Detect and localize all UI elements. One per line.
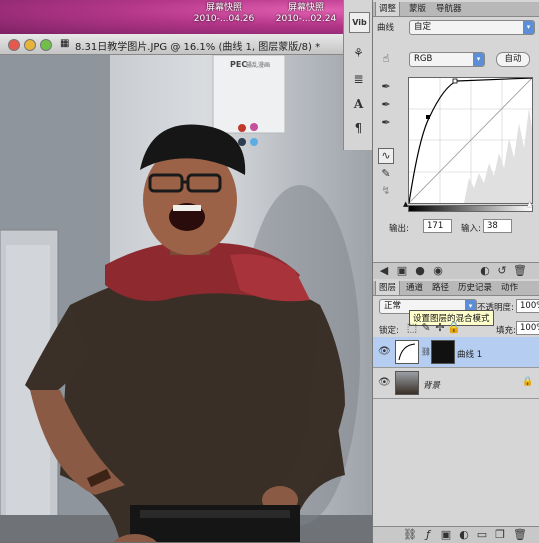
- input-label: 输入:: [461, 224, 481, 234]
- vibrance-icon[interactable]: Vib: [349, 12, 370, 33]
- channel-select[interactable]: RGB ▾: [409, 52, 485, 67]
- layers-tab-bar: 图层 通道 路径 历史记录 动作: [373, 281, 539, 296]
- layers-footer: ⛓ ƒ ▣ ◐ ▭ ❐ 🗑: [373, 526, 539, 543]
- poster-text-2: 骚乱漫画: [246, 62, 271, 69]
- pencil-draw-icon[interactable]: ✎: [379, 167, 393, 181]
- preset-value: 自定: [414, 22, 432, 32]
- output-field[interactable]: 171: [423, 219, 452, 233]
- lock-transparent-icon[interactable]: ⬚: [405, 321, 419, 335]
- link-layers-icon[interactable]: ⛓: [403, 528, 417, 542]
- white-slider-icon[interactable]: ▲: [527, 200, 532, 208]
- fill-label: 填充:: [496, 326, 516, 336]
- opacity-field[interactable]: 100%: [516, 299, 539, 313]
- lock-all-icon[interactable]: 🔒: [447, 321, 461, 335]
- adjustments-footer: ◀ ▣ ● ◉ ◐ ↺ 🗑: [373, 262, 539, 279]
- tab-actions[interactable]: 动作: [498, 281, 521, 295]
- layer-mask-icon[interactable]: ●: [413, 264, 427, 278]
- layer-row-background[interactable]: 👁 背景 🔒: [373, 368, 539, 399]
- visibility-eye-icon[interactable]: 👁: [378, 346, 391, 357]
- zoom-window-button[interactable]: [40, 39, 52, 51]
- visibility-eye-icon[interactable]: 👁: [378, 377, 391, 388]
- poster-text-1: PEC: [230, 60, 248, 69]
- auto-button[interactable]: 自动: [496, 52, 530, 67]
- trash-icon[interactable]: 🗑: [513, 264, 527, 278]
- document-title: 8.31日教学图片.JPG @ 16.1% (曲线 1, 图层蒙版/8) *: [75, 42, 321, 53]
- smooth-curve-icon[interactable]: ↯: [379, 184, 393, 198]
- previous-state-icon[interactable]: ◐: [478, 264, 492, 278]
- delete-layer-icon[interactable]: 🗑: [513, 528, 527, 542]
- output-label: 输出:: [389, 224, 409, 234]
- tab-layers[interactable]: 图层: [375, 281, 401, 295]
- background-layer-thumb: [395, 371, 419, 395]
- tab-masks[interactable]: 蒙版: [406, 2, 429, 16]
- clone-source-icon[interactable]: ⚘: [349, 44, 368, 63]
- black-point-eyedropper-icon[interactable]: ✒: [379, 80, 393, 94]
- lock-position-icon[interactable]: ✢: [433, 321, 447, 335]
- snapshot-label: 屏幕快照: [205, 3, 242, 13]
- white-point-eyedropper-icon[interactable]: ✒: [379, 116, 393, 130]
- on-image-adjust-icon[interactable]: ☝: [379, 52, 393, 66]
- character-icon[interactable]: A: [349, 95, 368, 114]
- new-group-icon[interactable]: ▭: [475, 528, 489, 542]
- curve-plot: [408, 77, 533, 204]
- lock-icon: 🔒: [522, 377, 534, 387]
- chevron-down-icon: ▾: [473, 53, 484, 66]
- new-adjustment-layer-icon[interactable]: ◐: [457, 528, 471, 542]
- portrait-photo: [0, 55, 372, 542]
- snapshot-date: 2010-...02.24: [275, 14, 337, 24]
- add-mask-icon[interactable]: ▣: [439, 528, 453, 542]
- lock-label: 锁定:: [379, 326, 399, 336]
- reset-icon[interactable]: ↺: [495, 264, 509, 278]
- input-field[interactable]: 38: [483, 219, 512, 233]
- close-window-button[interactable]: [8, 39, 20, 51]
- expand-view-icon[interactable]: ▣: [395, 264, 409, 278]
- adjustments-tab-bar: 调整 蒙版 导航器: [373, 2, 539, 17]
- curves-adjustment-thumb: [395, 340, 419, 364]
- curves-preset-select[interactable]: 自定 ▾: [409, 20, 535, 35]
- snapshot-label: 屏幕快照: [287, 3, 324, 13]
- desktop-snapshot-2[interactable]: 屏幕快照 2010-...02.24: [270, 3, 342, 25]
- fill-field[interactable]: 100%: [516, 321, 539, 335]
- chevron-down-icon: ▾: [523, 21, 534, 34]
- document-title-bar[interactable]: ▦ 8.31日教学图片.JPG @ 16.1% (曲线 1, 图层蒙版/8) *: [0, 34, 372, 55]
- layers-empty-area: [373, 399, 539, 526]
- black-slider-icon[interactable]: ▲: [403, 200, 408, 208]
- tab-adjustments[interactable]: 调整: [375, 2, 401, 16]
- layer-row-curves[interactable]: 👁 ⛓ 曲线 1: [373, 337, 539, 368]
- curves-label: 曲线: [377, 23, 395, 33]
- channel-value: RGB: [414, 54, 433, 64]
- gray-point-eyedropper-icon[interactable]: ✒: [379, 98, 393, 112]
- curve-edit-icon[interactable]: ∿: [378, 148, 394, 164]
- blend-mode-value: 正常: [384, 301, 402, 311]
- visibility-toggle-icon[interactable]: ◉: [431, 264, 445, 278]
- layer-mask-thumb: [431, 340, 455, 364]
- tab-channels[interactable]: 通道: [403, 281, 426, 295]
- layer-name: 背景: [423, 381, 441, 391]
- paragraph-icon[interactable]: ¶: [349, 119, 368, 138]
- tab-history[interactable]: 历史记录: [455, 281, 495, 295]
- desktop-snapshot-1[interactable]: 屏幕快照 2010-...04.26: [188, 3, 260, 25]
- tab-navigator[interactable]: 导航器: [433, 2, 465, 16]
- panel-icon-dock: Vib ⚘ ≣ A ¶: [343, 0, 374, 150]
- layer-style-icon[interactable]: ƒ: [421, 528, 435, 542]
- photo-canvas[interactable]: PEC 骚乱漫画: [0, 55, 372, 542]
- layer-name: 曲线 1: [457, 350, 483, 360]
- back-arrow-icon[interactable]: ◀: [377, 264, 391, 278]
- tab-paths[interactable]: 路径: [429, 281, 452, 295]
- snapshot-date: 2010-...04.26: [193, 14, 255, 24]
- document-icon: ▦: [60, 38, 70, 49]
- minimize-window-button[interactable]: [24, 39, 36, 51]
- new-layer-icon[interactable]: ❐: [493, 528, 507, 542]
- input-gradient-bar: [408, 205, 533, 212]
- tool-presets-icon[interactable]: ≣: [349, 70, 368, 89]
- lock-pixels-icon[interactable]: ✎: [419, 321, 433, 335]
- curves-graph[interactable]: [408, 77, 533, 204]
